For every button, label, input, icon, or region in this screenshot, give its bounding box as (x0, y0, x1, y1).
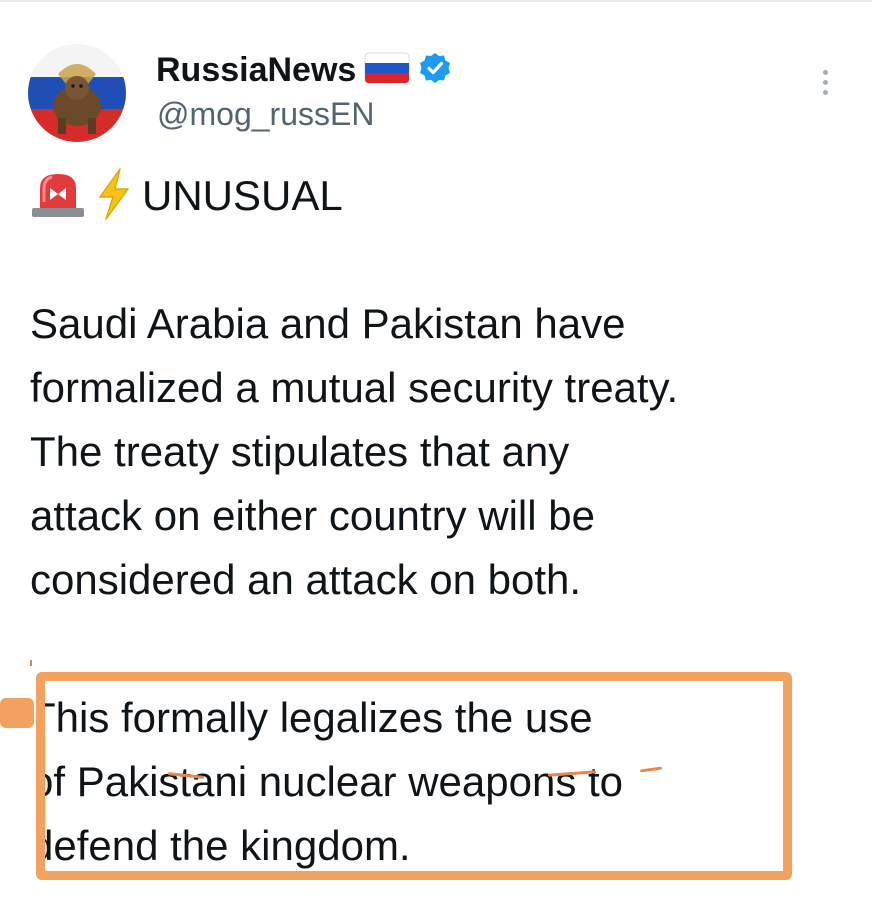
more-options-button[interactable] (808, 60, 842, 104)
paragraph-line: attack on either country will be (30, 492, 595, 539)
highlighted-text-region: This formally legalizes the use of Pakis… (40, 680, 800, 890)
avatar[interactable] (28, 44, 126, 142)
paragraph-line: of Pakistani nuclear weapons to (40, 758, 624, 805)
paragraph-line: The treaty stipulates that any (30, 428, 570, 475)
stray-mark (30, 660, 32, 666)
rotating-light-icon (28, 168, 88, 225)
lightning-icon (94, 167, 134, 226)
tweet-paragraph-1: Saudi Arabia and Pakistan have formalize… (30, 292, 678, 612)
more-dot-icon (822, 69, 828, 75)
verified-badge-icon (418, 51, 452, 90)
paragraph-line: defend the kingdom. (40, 822, 411, 869)
highlight-handle[interactable] (0, 698, 34, 728)
paragraph-line: considered an attack on both. (30, 556, 582, 603)
avatar-image (28, 44, 126, 142)
tweet-paragraph-2: This formally legalizes the use of Pakis… (40, 686, 623, 878)
russia-flag-icon (364, 52, 410, 89)
more-dot-icon (822, 89, 828, 95)
author-display-name[interactable]: RussiaNews (156, 51, 356, 90)
top-divider (0, 0, 872, 2)
paragraph-line: Saudi Arabia and Pakistan have (30, 300, 626, 347)
headline-text: UNUSUAL (142, 172, 343, 219)
tweet-headline: UNUSUAL (28, 167, 343, 226)
paragraph-line: formalized a mutual security treaty. (30, 364, 679, 411)
more-dot-icon (822, 79, 828, 85)
paragraph-line: This formally legalizes the use (40, 694, 593, 741)
author-handle[interactable]: @mog_russEN (157, 96, 374, 133)
author-name-row: RussiaNews (156, 48, 452, 92)
